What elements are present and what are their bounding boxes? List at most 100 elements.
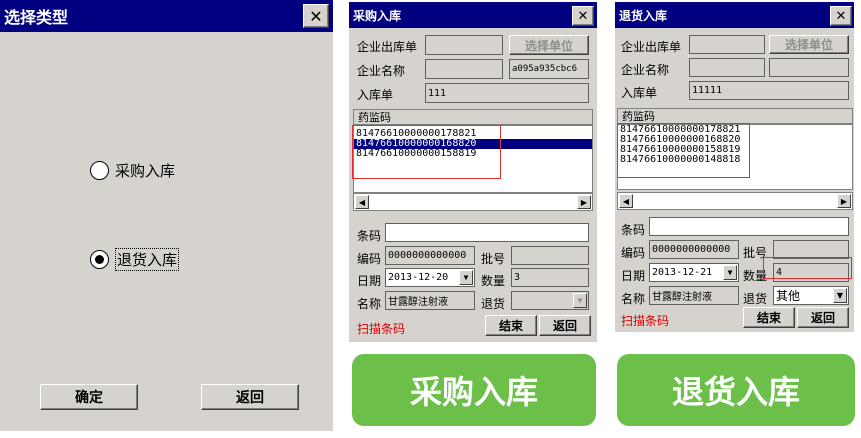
barcode-field[interactable] [649,217,849,236]
ok-button[interactable]: 确定 [40,384,138,410]
outbound-field[interactable] [689,35,765,54]
back-button[interactable]: 返回 [797,307,849,328]
select-unit-button[interactable]: 选择单位 [769,35,849,54]
close-icon: ✕ [835,8,847,24]
company-code-field: a095a935cbc6 [509,59,589,79]
code-field: 0000000000000 [649,240,739,259]
scroll-left-icon[interactable]: ◀ [355,195,369,209]
radio-return-label: 退货入库 [115,248,180,271]
batch-label: 批号 [481,252,506,266]
outbound-field[interactable] [425,35,503,55]
back-button-label: 返回 [552,319,577,333]
scan-status: 扫描条码 [357,322,406,336]
return-select[interactable]: 其他 ▼ [773,286,849,305]
return-banner-text: 退货入库 [671,373,800,411]
scroll-right-icon[interactable]: ▶ [837,194,851,208]
name-label: 名称 [621,292,646,306]
scroll-left-icon[interactable]: ◀ [619,194,633,208]
return-banner: 退货入库 [617,354,855,426]
back-button[interactable]: 返回 [201,384,299,410]
dropdown-arrow-icon[interactable]: ▼ [833,288,847,303]
close-icon: ✕ [309,6,323,26]
back-button[interactable]: 返回 [539,315,591,336]
outbound-label: 企业出库单 [357,40,418,54]
scroll-right-icon[interactable]: ▶ [577,195,591,209]
outbound-label: 企业出库单 [621,40,682,54]
date-picker[interactable]: 2013-12-21 ▼ [649,263,739,282]
name-field: 甘露醇注射液 [385,291,475,310]
code-label: 编码 [621,246,646,260]
dialog-title: 选择类型 [4,8,69,27]
date-value: 2013-12-21 [652,267,713,278]
dropdown-arrow-icon[interactable]: ▼ [573,293,587,308]
list-header-label: 药监码 [622,110,655,123]
qty-field[interactable]: 3 [511,268,589,287]
finish-button[interactable]: 结束 [743,307,795,328]
name-label: 名称 [357,297,382,311]
dropdown-arrow-icon[interactable]: ▼ [723,265,737,280]
highlight-box [763,257,852,279]
name-field: 甘露醇注射液 [649,286,739,305]
horizontal-scrollbar[interactable]: ◀ ▶ [617,192,853,210]
close-button[interactable]: ✕ [830,6,852,26]
select-unit-button[interactable]: 选择单位 [509,35,589,55]
return-value: 其他 [776,289,801,303]
dialog-title-bar: 退货入库 [615,2,854,28]
company-code-field [769,58,849,77]
code-field: 0000000000000 [385,246,475,265]
horizontal-scrollbar[interactable]: ◀ ▶ [353,193,593,211]
list-header-label: 药监码 [358,111,391,124]
dialog-title: 采购入库 [353,8,402,23]
date-picker[interactable]: 2013-12-20 ▼ [385,268,475,287]
scan-status: 扫描条码 [621,314,670,328]
return-label: 退货 [743,292,768,306]
radio-return-icon[interactable] [90,250,109,269]
finish-button-label: 结束 [498,319,523,333]
radio-return[interactable]: 退货入库 [90,248,180,271]
company-label: 企业名称 [621,63,670,77]
inbound-label: 入库单 [357,88,394,102]
dropdown-arrow-icon[interactable]: ▼ [459,270,473,285]
highlight-box [352,125,501,179]
inbound-field[interactable]: 111 [425,83,589,103]
return-label: 退货 [481,297,506,311]
list-header: 药监码 [617,108,853,124]
back-button-label: 返回 [810,311,835,325]
batch-field[interactable] [511,246,589,265]
radio-purchase[interactable]: 采购入库 [90,160,175,181]
finish-button-label: 结束 [756,311,781,325]
barcode-field[interactable] [385,223,589,242]
radio-selected-dot [95,255,104,264]
list-header: 药监码 [353,109,593,125]
close-icon: ✕ [577,8,589,24]
finish-button[interactable]: 结束 [485,315,537,336]
company-field[interactable] [425,59,503,79]
date-value: 2013-12-20 [388,272,449,283]
date-label: 日期 [621,269,646,283]
radio-purchase-label: 采购入库 [115,162,176,180]
close-button[interactable]: ✕ [303,4,329,28]
return-select[interactable]: ▼ [511,291,589,310]
code-label: 编码 [357,252,382,266]
purchase-banner: 采购入库 [352,354,596,426]
inbound-label: 入库单 [621,86,658,100]
radio-purchase-icon[interactable] [90,161,109,180]
type-select-dialog: 选择类型 ✕ 采购入库 退货入库 确定 返回 [0,0,333,431]
highlight-box [617,123,750,178]
dialog-title: 退货入库 [619,8,668,23]
company-field[interactable] [689,58,765,77]
date-label: 日期 [357,274,382,288]
select-unit-label: 选择单位 [784,38,833,52]
dialog-title-bar: 采购入库 [349,2,597,28]
qty-label: 数量 [481,274,506,288]
close-button[interactable]: ✕ [572,6,594,26]
inbound-field[interactable]: 11111 [689,81,849,100]
dialog-title-bar: 选择类型 [0,0,333,32]
ok-button-label: 确定 [75,390,103,406]
purchase-banner-text: 采购入库 [409,373,538,411]
company-label: 企业名称 [357,64,406,78]
barcode-label: 条码 [621,223,646,237]
barcode-label: 条码 [357,229,382,243]
back-button-label: 返回 [236,390,264,406]
select-unit-label: 选择单位 [524,38,573,53]
